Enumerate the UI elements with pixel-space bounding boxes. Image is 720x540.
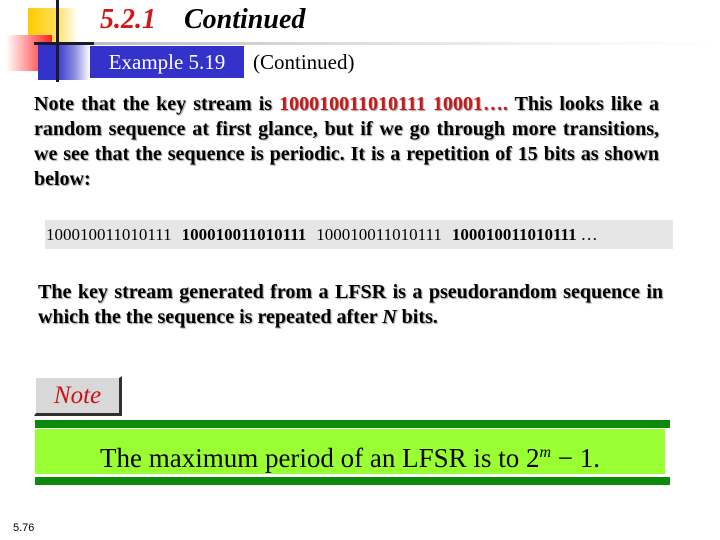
logo-horizontal-line (34, 42, 94, 45)
sequence-period-1: 100010011010111 (46, 225, 172, 244)
para2-text-start: The key stream generated from a LFSR is … (38, 281, 663, 328)
note-exponent: m (539, 444, 552, 461)
para1-text-start: Note that the key stream is (34, 93, 280, 115)
header-rule (90, 42, 720, 45)
slide-title: 5.2.1 Continued (100, 4, 305, 36)
note-bar-bottom (35, 477, 670, 485)
logo-vertical-line (56, 0, 59, 82)
sequence-period-4: 100010011010111 (451, 225, 577, 244)
paragraph-key-stream: Note that the key stream is 100010011010… (34, 92, 659, 192)
note-label: Note (34, 376, 122, 416)
logo-blue-square (38, 44, 90, 80)
section-title: Continued (184, 4, 306, 35)
note-text-end: − 1. (551, 443, 600, 473)
example-badge: Example 5.19 (90, 46, 244, 78)
note-bar-top (35, 420, 670, 428)
page-number: 5.76 (13, 522, 35, 534)
section-number: 5.2.1 (100, 4, 156, 35)
periodic-sequence: 100010011010111 100010011010111 1000100110… (45, 220, 673, 249)
sequence-period-3: 100010011010111 (316, 225, 442, 244)
note-box: The maximum period of an LFSR is to 2m −… (35, 429, 665, 474)
example-continued: (Continued) (253, 50, 355, 74)
note-text-start: The maximum period of an LFSR is to 2 (99, 443, 540, 473)
sequence-period-2: 100010011010111 (181, 225, 307, 244)
period-variable: N (382, 306, 397, 328)
paragraph-pseudorandom: The key stream generated from a LFSR is … (38, 280, 663, 330)
para2-text-end: bits. (396, 306, 438, 328)
sequence-ellipsis: … (580, 225, 598, 244)
key-stream-highlight: 100010011010111 10001…. (279, 93, 515, 115)
